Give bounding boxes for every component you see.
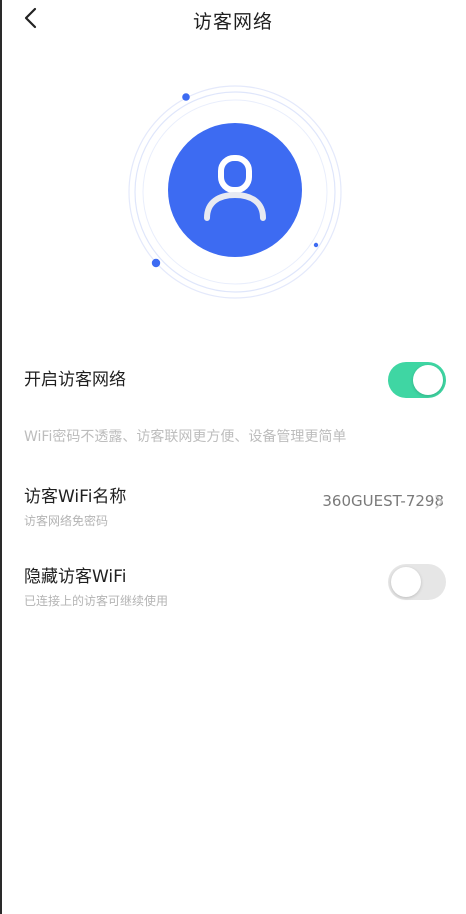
ssid-sublabel: 访客网络免密码 bbox=[24, 514, 109, 528]
hide-ssid-row: 隐藏访客WiFi 已连接上的访客可继续使用 bbox=[24, 562, 446, 608]
guest-network-row: 开启访客网络 bbox=[24, 362, 446, 398]
toggle-knob bbox=[413, 365, 443, 395]
guest-network-hint: WiFi密码不透露、访客联网更方便、设备管理更简单 bbox=[24, 429, 347, 445]
page-edge bbox=[0, 0, 2, 914]
chevron-right-icon bbox=[432, 494, 446, 510]
guest-avatar-illustration bbox=[127, 84, 343, 300]
hide-ssid-label: 隐藏访客WiFi bbox=[24, 567, 127, 587]
toggle-knob bbox=[391, 567, 421, 597]
hide-ssid-sublabel: 已连接上的访客可继续使用 bbox=[24, 594, 169, 608]
guest-network-toggle[interactable] bbox=[388, 362, 446, 398]
page-title: 访客网络 bbox=[192, 11, 273, 33]
ssid-value[interactable]: 360GUEST-7298 bbox=[322, 492, 444, 510]
nav-bar: 访客网络 bbox=[0, 0, 466, 40]
guest-network-label: 开启访客网络 bbox=[24, 370, 126, 390]
hide-ssid-toggle[interactable] bbox=[388, 564, 446, 600]
